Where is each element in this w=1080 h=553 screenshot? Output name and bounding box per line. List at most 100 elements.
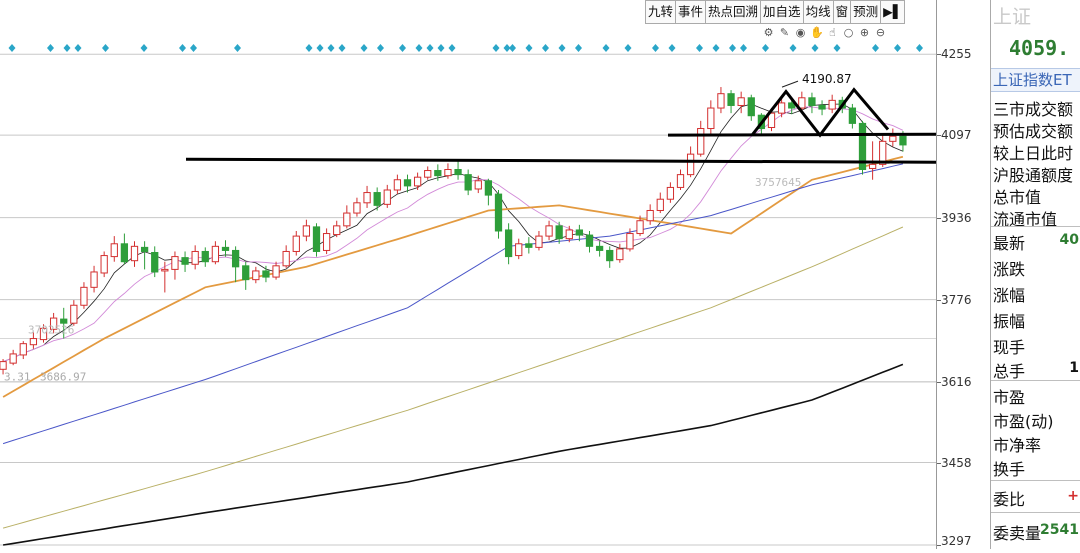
panel-row-label-9: 振幅 bbox=[993, 312, 1026, 331]
panel-row-label-10: 现手 bbox=[993, 338, 1026, 357]
candle-body-11 bbox=[110, 243, 118, 258]
candle-27 bbox=[272, 261, 280, 280]
candle-30 bbox=[302, 219, 311, 242]
hand-icon[interactable]: ✋ bbox=[810, 26, 824, 40]
panel-row-label-1: 预估成交额 bbox=[993, 122, 1074, 141]
candle-body-55 bbox=[555, 225, 563, 240]
y-tick-mark-0 bbox=[937, 545, 941, 546]
panel-tab[interactable]: 上证指数ET bbox=[991, 68, 1080, 92]
moving-average-button[interactable]: 均线 bbox=[802, 0, 833, 24]
candle-body-66 bbox=[666, 186, 675, 200]
candle-24 bbox=[242, 261, 250, 290]
zoom-out-icon[interactable]: ⊖ bbox=[874, 26, 887, 40]
panel-value-commission-ratio: + bbox=[1067, 488, 1079, 504]
candle-body-45 bbox=[454, 169, 462, 176]
candle-25 bbox=[252, 266, 260, 284]
candle-14 bbox=[140, 241, 149, 270]
neckline-lower bbox=[185, 157, 947, 164]
panel-price: 4059. bbox=[1009, 36, 1070, 60]
panel-separator-2 bbox=[991, 480, 1080, 481]
candle-body-86 bbox=[868, 163, 877, 169]
candle-33 bbox=[333, 220, 341, 238]
event-marker-40 bbox=[894, 44, 901, 52]
zoom-in-icon[interactable]: ⊕ bbox=[858, 26, 871, 40]
candle-74 bbox=[747, 94, 755, 121]
event-marker-8 bbox=[234, 44, 241, 52]
candle-body-28 bbox=[282, 250, 290, 267]
event-marker-30 bbox=[668, 44, 676, 52]
chart-toolbar: 九转 事件 热点回溯 加自选 均线 窗 预测 ▶▌ bbox=[645, 0, 906, 24]
candle-59 bbox=[595, 241, 604, 257]
event-marker-24 bbox=[542, 44, 549, 52]
event-marker-19 bbox=[448, 44, 456, 52]
candle-body-9 bbox=[90, 271, 98, 288]
candle-body-69 bbox=[697, 128, 705, 155]
chart-area[interactable]: 4190.87 3702526 3757645 3.31 3686.97 bbox=[0, 0, 947, 549]
candle-9 bbox=[90, 265, 98, 293]
candle-body-35 bbox=[353, 202, 361, 214]
candle-body-40 bbox=[403, 179, 412, 187]
candle-52 bbox=[525, 237, 533, 254]
candle-34 bbox=[343, 205, 351, 229]
panel-separator-0 bbox=[991, 226, 1080, 227]
candle-body-61 bbox=[616, 248, 624, 261]
candle-body-89 bbox=[899, 135, 907, 146]
panel-separator-1 bbox=[991, 380, 1080, 381]
jiuzhuan-button[interactable]: 九转 bbox=[645, 0, 676, 24]
y-tick-label-3: 3776 bbox=[941, 292, 972, 307]
gear-icon[interactable]: ⚙ bbox=[762, 26, 775, 40]
chart-icon-bar: ⚙ ✎ ◉ ✋ ☝ ○ ⊕ ⊖ bbox=[762, 26, 887, 42]
hand-pointer-icon[interactable]: ☝ bbox=[826, 26, 839, 40]
panel-row-label-16: 委比 bbox=[993, 490, 1026, 509]
candle-body-49 bbox=[494, 193, 503, 232]
candle-body-30 bbox=[302, 225, 311, 237]
price-chart[interactable]: 4190.87 3702526 3757645 3.31 3686.97 bbox=[0, 0, 947, 549]
eye-icon[interactable]: ◉ bbox=[794, 26, 807, 40]
ma10-line bbox=[2, 106, 904, 363]
candle-42 bbox=[424, 166, 432, 180]
forecast-button[interactable]: 预测 bbox=[850, 0, 881, 24]
event-marker-37 bbox=[811, 44, 819, 52]
events-button[interactable]: 事件 bbox=[675, 0, 706, 24]
candle-body-18 bbox=[181, 257, 189, 265]
brush-icon[interactable]: ✎ bbox=[778, 26, 791, 40]
candle-36 bbox=[363, 185, 371, 208]
candle-body-68 bbox=[686, 153, 695, 176]
panel-row-label-0: 三市成交额 bbox=[993, 100, 1074, 119]
candle-body-22 bbox=[221, 246, 230, 251]
candle-body-48 bbox=[484, 180, 493, 196]
candle-body-13 bbox=[130, 245, 139, 262]
candle-body-50 bbox=[504, 229, 513, 258]
quote-panel: 上证 4059. 上证指数ET 三市成交额 预估成交额 较上日此时 沪股通额度 总市值流… bbox=[990, 0, 1080, 549]
candle-23 bbox=[231, 246, 240, 283]
candle-2 bbox=[19, 341, 27, 360]
candle-body-34 bbox=[343, 212, 351, 227]
y-tick-mark-1 bbox=[937, 462, 941, 464]
circle-icon[interactable]: ○ bbox=[842, 26, 855, 40]
candle-69 bbox=[697, 120, 705, 157]
candle-body-17 bbox=[171, 256, 179, 270]
event-marker-32 bbox=[712, 44, 720, 52]
hotspot-review-button[interactable]: 热点回溯 bbox=[705, 0, 761, 24]
event-marker-35 bbox=[762, 44, 769, 52]
overlay-text-2: 3757645 bbox=[755, 176, 801, 189]
candle-body-24 bbox=[242, 265, 250, 281]
candle-20 bbox=[201, 247, 209, 267]
window-button[interactable]: 窗 bbox=[832, 0, 851, 24]
event-marker-3 bbox=[74, 44, 82, 52]
candle-body-21 bbox=[211, 245, 220, 263]
event-marker-29 bbox=[652, 44, 659, 52]
candle-73 bbox=[737, 91, 745, 114]
panel-row-label-3: 沪股通额度 bbox=[993, 166, 1074, 185]
event-marker-10 bbox=[316, 44, 324, 52]
candle-13 bbox=[130, 241, 139, 267]
collapse-icon[interactable]: ▶▌ bbox=[880, 0, 906, 24]
candle-66 bbox=[666, 182, 675, 203]
add-watchlist-button[interactable]: 加自选 bbox=[760, 0, 803, 24]
ma20-line bbox=[2, 155, 904, 398]
y-tick-mark-2 bbox=[937, 381, 941, 383]
candle-21 bbox=[211, 241, 220, 265]
candle-body-64 bbox=[646, 209, 654, 222]
event-marker-11 bbox=[327, 44, 335, 52]
candle-58 bbox=[585, 230, 594, 253]
